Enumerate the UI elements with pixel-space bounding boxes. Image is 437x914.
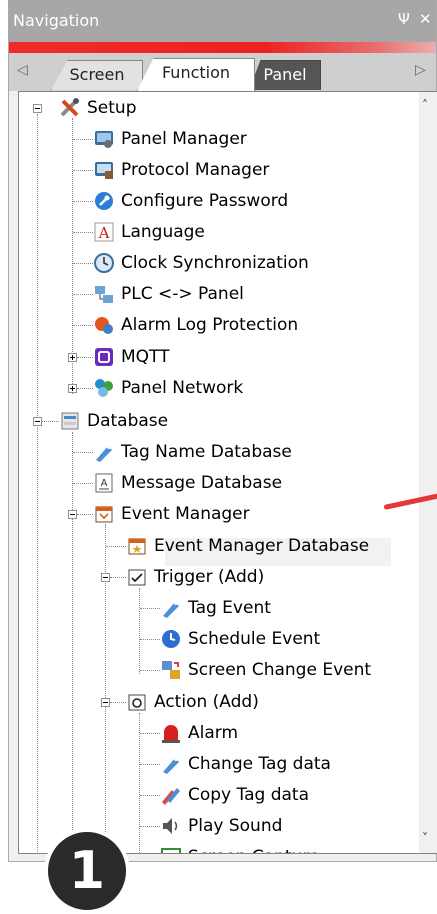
tab-strip: ◁ Screen Function Panel ▷ [9, 53, 436, 91]
language-icon: A [94, 222, 114, 242]
tree-branch [73, 263, 93, 264]
tab-panel[interactable]: Panel [249, 60, 321, 90]
tree-branch [110, 702, 126, 703]
svg-text:A: A [98, 224, 110, 242]
tree-branch [73, 294, 93, 295]
database-icon [61, 412, 79, 430]
protocol-manager-icon [95, 162, 113, 179]
tree-branch [77, 514, 93, 515]
tag-event-icon [163, 601, 179, 618]
tree-branch [73, 170, 93, 171]
tree-branch [110, 577, 126, 578]
scroll-down-icon[interactable]: ˅ [422, 831, 428, 845]
accent-bar [9, 42, 436, 53]
tree-branch [77, 357, 93, 358]
title-bar: Navigation Ψ ✕ [9, 0, 436, 42]
tree-branch [73, 139, 93, 140]
pin-icon[interactable]: Ψ [398, 10, 410, 28]
tag-icon [96, 445, 112, 462]
tree-line [37, 114, 38, 853]
tab-function[interactable]: Function [137, 58, 255, 91]
panel-title: Navigation [13, 11, 100, 30]
speaker-icon [163, 818, 178, 834]
screen-change-icon [162, 661, 180, 679]
tree-branch [140, 795, 160, 796]
alarm-protection-icon [95, 317, 113, 334]
alarm-icon [162, 725, 180, 743]
scroll-up-icon[interactable]: ˄ [422, 98, 428, 112]
clock-icon [94, 253, 114, 273]
change-tag-icon [163, 757, 179, 774]
event-manager-icon [95, 506, 113, 523]
tree-branch [73, 452, 93, 453]
key-icon [95, 192, 113, 210]
collapse-database-icon[interactable] [33, 417, 42, 426]
tree-branch [140, 639, 160, 640]
vertical-scrollbar[interactable]: ˄ ˅ [419, 92, 437, 853]
copy-tag-icon [162, 788, 180, 805]
screen-capture-icon [161, 848, 181, 853]
network-icon [95, 379, 113, 397]
tree-line [139, 713, 140, 853]
svg-text:A: A [101, 478, 108, 489]
tab-scroll-left-icon[interactable]: ◁ [17, 62, 28, 78]
action-icon [128, 694, 146, 711]
tools-icon [60, 98, 79, 117]
trigger-icon [128, 569, 146, 586]
tab-scroll-right-icon[interactable]: ▷ [415, 62, 426, 78]
close-icon[interactable]: ✕ [419, 10, 432, 28]
tree-branch [73, 232, 93, 233]
tree-branch [140, 670, 160, 671]
tree-branch [106, 546, 126, 547]
collapse-trigger-icon[interactable] [101, 573, 110, 582]
tree-branch [77, 388, 93, 389]
function-tree: Setup Panel Manager Protocol Manager Con… [18, 91, 437, 854]
mqtt-icon [95, 348, 113, 366]
event-database-icon [128, 538, 146, 555]
message-icon: A [95, 473, 113, 493]
expand-panel-network-icon[interactable] [68, 384, 77, 393]
collapse-event-manager-icon[interactable] [68, 510, 77, 519]
collapse-setup-icon[interactable] [33, 104, 42, 113]
navigation-panel: Navigation Ψ ✕ ◁ Screen Function Panel ▷… [8, 0, 437, 862]
plc-panel-icon [95, 286, 113, 303]
tree-branch [140, 608, 160, 609]
tree-branch [73, 201, 93, 202]
panel-manager-icon [95, 131, 113, 148]
tree-line [139, 588, 140, 674]
tree-branch [73, 483, 93, 484]
tree-branch [73, 325, 93, 326]
tree-line [72, 432, 73, 852]
tree-branch [140, 764, 160, 765]
tab-screen[interactable]: Screen [51, 60, 143, 90]
tree-branch [140, 733, 160, 734]
expand-mqtt-icon[interactable] [68, 353, 77, 362]
tree-branch [140, 826, 160, 827]
tree-branch [42, 421, 59, 422]
schedule-icon [162, 630, 180, 648]
collapse-action-icon[interactable] [101, 698, 110, 707]
step-number-badge: 1 [44, 828, 130, 914]
